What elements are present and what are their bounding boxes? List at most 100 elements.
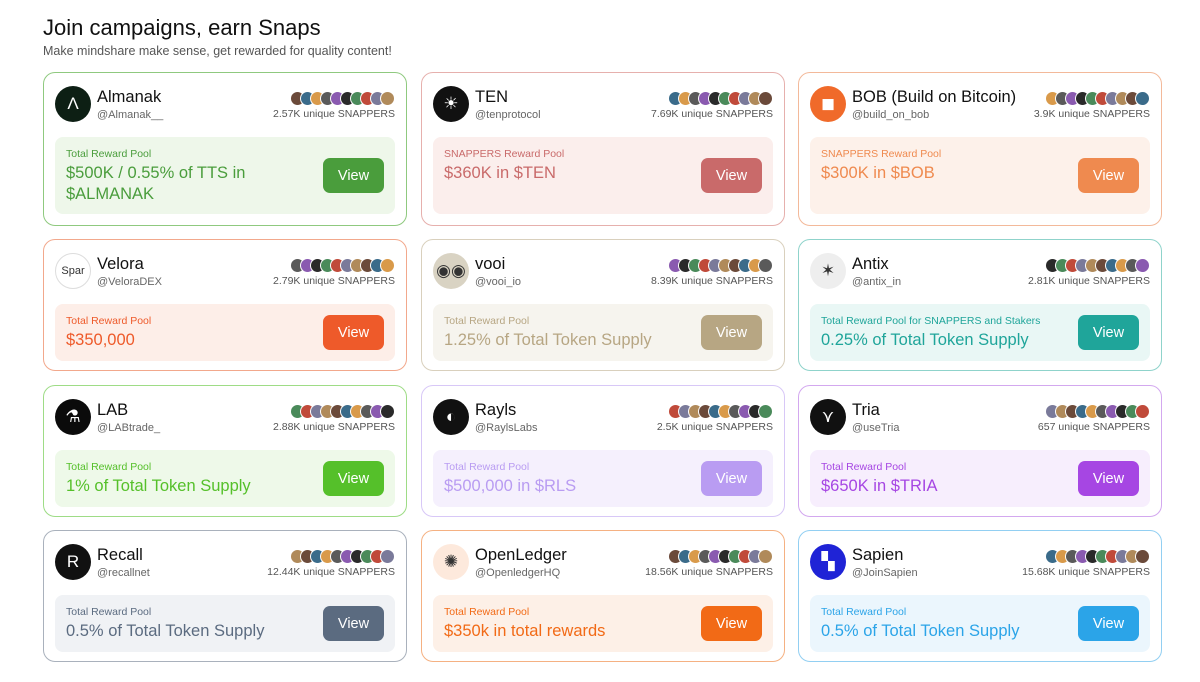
page-title: Join campaigns, earn Snaps (43, 15, 321, 40)
avatar-glyph: ◐ (445, 407, 457, 426)
view-button[interactable]: View (323, 606, 384, 641)
reward-pool-value: $500K / 0.55% of TTS in $ALMANAK (66, 164, 246, 203)
avatar-glyph: Spar (61, 265, 85, 277)
project-handle: @antix_in (852, 276, 902, 288)
campaign-card[interactable]: ◉◉ vooi @vooi_io 8.39K unique SNAPPERS Total… (421, 239, 785, 371)
reward-pool: Total Reward Pool 1.25% of Total Token Su… (433, 304, 773, 361)
project-name: Tria (852, 401, 880, 419)
view-button[interactable]: View (1078, 315, 1139, 350)
project-name: Almanak (97, 88, 162, 106)
reward-pool: Total Reward Pool $650K in $TRIA View (810, 450, 1150, 507)
view-button[interactable]: View (1078, 461, 1139, 496)
project-name: Recall (97, 546, 143, 564)
snappers-summary: 12.44K unique SNAPPERS (267, 549, 395, 578)
snappers-summary: 18.56K unique SNAPPERS (645, 549, 773, 578)
snapper-avatar-stack (267, 549, 395, 565)
snapper-avatar-stack (657, 404, 773, 420)
project-handle: @LABtrade_ (97, 422, 161, 434)
ten-logo-icon: ☀ (433, 86, 469, 122)
snappers-count: 7.69K unique SNAPPERS (651, 108, 773, 120)
project-handle: @RaylsLabs (475, 422, 538, 434)
campaign-card[interactable]: ✶ Antix @antix_in 2.81K unique SNAPPERS Tota… (798, 239, 1162, 371)
snappers-summary: 7.69K unique SNAPPERS (651, 91, 773, 120)
snappers-count: 2.57K unique SNAPPERS (273, 108, 395, 120)
campaign-card[interactable]: Λ Almanak @Almanak__ 2.57K unique SNAPPERS T… (43, 72, 407, 226)
snapper-avatar (1135, 258, 1150, 273)
snapper-avatar (380, 404, 395, 419)
view-button[interactable]: View (1078, 158, 1139, 193)
avatar-glyph: ☀ (443, 94, 459, 113)
snappers-summary: 2.79K unique SNAPPERS (273, 258, 395, 287)
campaign-card[interactable]: ☀ TEN @tenprotocol 7.69K unique SNAPPERS SNA… (421, 72, 785, 226)
snappers-summary: 2.57K unique SNAPPERS (273, 91, 395, 120)
view-button[interactable]: View (701, 315, 762, 350)
snapper-avatar (758, 258, 773, 273)
view-button[interactable]: View (701, 158, 762, 193)
reward-pool: Total Reward Pool $350,000 View (55, 304, 395, 361)
reward-pool-label: Total Reward Pool (66, 606, 152, 618)
reward-pool-label: Total Reward Pool (444, 606, 530, 618)
view-button[interactable]: View (701, 606, 762, 641)
snapper-avatar-stack (273, 91, 395, 107)
reward-pool-label: Total Reward Pool (444, 461, 530, 473)
avatar-glyph: Λ (67, 94, 79, 113)
campaign-card[interactable]: R Recall @recallnet 12.44K unique SNAPPERS T… (43, 530, 407, 662)
view-button[interactable]: View (323, 158, 384, 193)
reward-pool-value: $350k in total rewards (444, 622, 606, 640)
project-handle: @vooi_io (475, 276, 522, 288)
avatar-glyph: ⚗ (65, 407, 81, 426)
project-name: OpenLedger (475, 546, 567, 564)
project-name: vooi (475, 255, 506, 273)
view-button[interactable]: View (1078, 606, 1139, 641)
snapper-avatar-stack (651, 91, 773, 107)
project-name: Velora (97, 255, 144, 273)
reward-pool-label: Total Reward Pool (821, 461, 907, 473)
snapper-avatar-stack (273, 258, 395, 274)
reward-pool: Total Reward Pool $500K / 0.55% of TTS in… (55, 137, 395, 214)
reward-pool-label: Total Reward Pool (66, 461, 152, 473)
view-button[interactable]: View (323, 461, 384, 496)
campaign-card[interactable]: Spar Velora @VeloraDEX 2.79K unique SNAPPER… (43, 239, 407, 371)
reward-pool-label: SNAPPERS Reward Pool (444, 148, 565, 160)
snappers-count: 3.9K unique SNAPPERS (1033, 108, 1150, 120)
snappers-count: 2.81K unique SNAPPERS (1028, 275, 1150, 287)
reward-pool-label: Total Reward Pool (66, 148, 152, 160)
antix-logo-icon: ✶ (810, 253, 846, 289)
campaign-card[interactable]: ✺ OpenLedger @OpenledgerHQ 18.56K unique SN… (421, 530, 785, 662)
sapien-logo-icon: ▚ (810, 544, 846, 580)
almanak-logo-icon: Λ (55, 86, 91, 122)
project-name: TEN (475, 88, 508, 106)
reward-pool-value: $650K in $TRIA (821, 477, 938, 495)
view-button[interactable]: View (323, 315, 384, 350)
campaign-card[interactable]: ⋎ Tria @useTria 657 unique SNAPPERS Total Re… (798, 385, 1162, 517)
reward-pool: Total Reward Pool 1% of Total Token Suppl… (55, 450, 395, 507)
reward-pool-label: Total Reward Pool (444, 315, 530, 327)
campaign-card[interactable]: ▚ Sapien @JoinSapien 15.68K unique SNAPPERS… (798, 530, 1162, 662)
project-name: Antix (852, 255, 889, 273)
reward-pool: Total Reward Pool for SNAPPERS and Stake… (810, 304, 1150, 361)
campaign-card[interactable]: ◐ Rayls @RaylsLabs 2.5K unique SNAPPERS Tota… (421, 385, 785, 517)
snapper-avatar-stack (1028, 258, 1150, 274)
reward-pool-value: $360K in $TEN (444, 164, 556, 182)
reward-pool-value: 1% of Total Token Supply (66, 477, 251, 495)
tria-logo-icon: ⋎ (810, 399, 846, 435)
snappers-summary: 657 unique SNAPPERS (1038, 404, 1150, 433)
snapper-avatar-stack (1038, 404, 1150, 420)
avatar-glyph: ⋎ (821, 407, 835, 426)
openledger-logo-icon: ✺ (433, 544, 469, 580)
campaign-card[interactable]: ◼ BOB (Build on Bitcoin) @build_on_bob 3.9K… (798, 72, 1162, 226)
snapper-avatar (758, 549, 773, 564)
campaign-card[interactable]: ⚗ LAB @LABtrade_ 2.88K unique SNAPPERS Total… (43, 385, 407, 517)
view-button[interactable]: View (701, 461, 762, 496)
page-header: Join campaigns, earn Snaps Make mindshar… (43, 14, 392, 58)
avatar-glyph: ✺ (443, 552, 459, 571)
snappers-summary: 2.5K unique SNAPPERS (657, 404, 773, 433)
reward-pool: SNAPPERS Reward Pool $360K in $TEN View (433, 137, 773, 214)
velora-logo-icon: Spar (55, 253, 91, 289)
avatar-glyph: ▚ (821, 552, 835, 571)
reward-pool: SNAPPERS Reward Pool $300K in $BOB View (810, 137, 1150, 214)
reward-pool-value: $500,000 in $RLS (444, 477, 577, 495)
bob-logo-icon: ◼ (810, 86, 846, 122)
snappers-count: 2.88K unique SNAPPERS (273, 421, 395, 433)
snapper-avatar (1135, 404, 1150, 419)
